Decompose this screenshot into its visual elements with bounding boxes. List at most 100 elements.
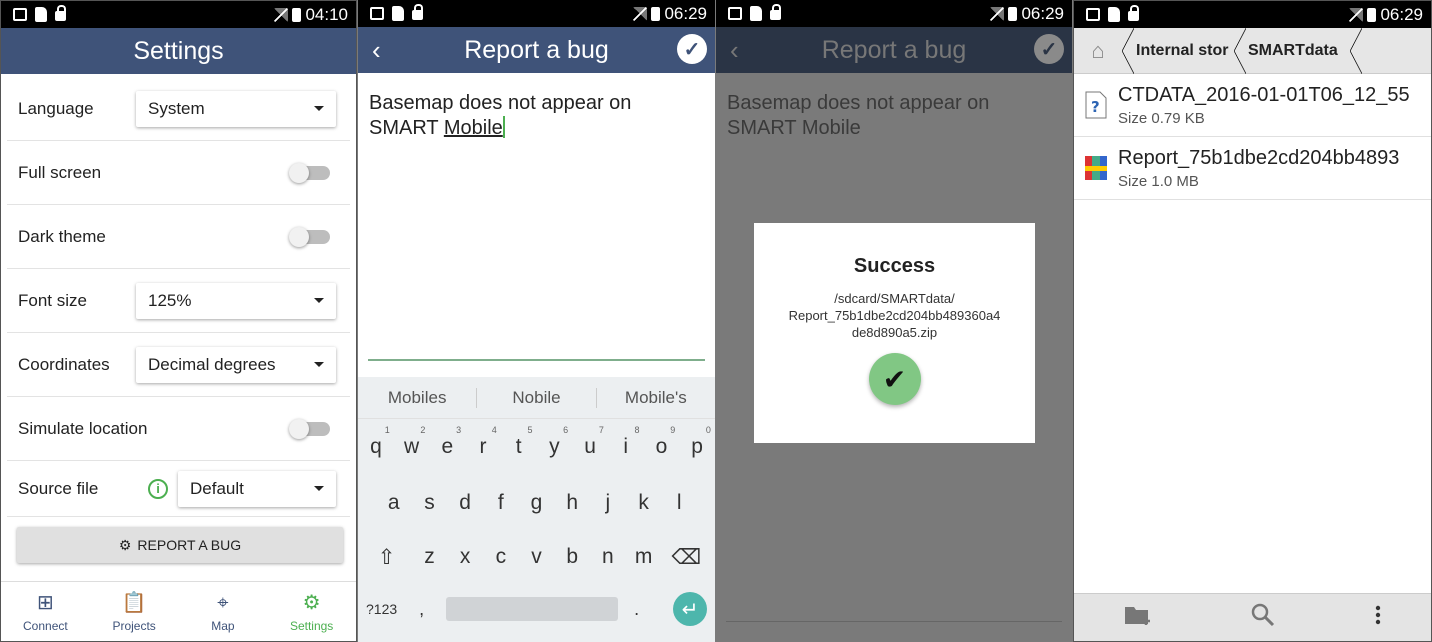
crumb-internal-storage[interactable]: Internal stor — [1122, 27, 1234, 74]
crumb-smartdata[interactable]: SMARTdata — [1234, 27, 1350, 74]
lock-icon — [55, 5, 66, 21]
key-hint: 7 — [598, 425, 604, 435]
key-l[interactable]: l — [661, 491, 697, 515]
bug-description-input[interactable]: Basemap does not appear on SMART Mobile — [358, 73, 715, 359]
page-title: Report a bug — [464, 35, 609, 64]
key-a[interactable]: a — [376, 491, 412, 515]
key-row-4: ?123 , . ↵ — [358, 585, 715, 633]
text-cursor — [502, 116, 505, 138]
full-screen-toggle[interactable] — [289, 162, 330, 183]
new-folder-icon[interactable] — [1124, 604, 1152, 632]
app-bar: Settings — [1, 28, 356, 74]
key-q[interactable]: q1 — [358, 425, 394, 459]
nav-map[interactable]: ⌖ Map — [179, 582, 268, 641]
key-n[interactable]: n — [590, 545, 626, 569]
key-f[interactable]: f — [483, 491, 519, 515]
report-bug-button[interactable]: ⚙ REPORT A BUG — [17, 527, 343, 563]
bottom-toolbar — [1074, 593, 1431, 641]
key-z[interactable]: z — [412, 545, 448, 569]
input-underline — [368, 359, 705, 361]
search-icon[interactable] — [1251, 603, 1275, 633]
file-name: Report_75b1dbe2cd204bb4893 — [1118, 146, 1400, 169]
sd-card-icon — [750, 6, 762, 21]
language-dropdown[interactable]: System — [136, 90, 336, 127]
file-item[interactable]: Report_75b1dbe2cd204bb4893 Size 1.0 MB — [1074, 137, 1431, 200]
comma-key[interactable]: , — [419, 599, 424, 620]
status-bar: 06:29 — [716, 0, 1072, 27]
setting-row-full-screen: Full screen — [7, 141, 350, 205]
key-h[interactable]: h — [554, 491, 590, 515]
success-dialog: Success /sdcard/SMARTdata/ Report_75b1db… — [754, 223, 1035, 443]
key-m[interactable]: m — [626, 545, 662, 569]
source-file-dropdown[interactable]: Default — [178, 470, 336, 507]
backspace-key[interactable]: ⌫ — [661, 545, 711, 570]
dark-theme-toggle[interactable] — [289, 226, 330, 247]
key-i[interactable]: i8 — [608, 425, 644, 459]
suggestion[interactable]: Mobiles — [358, 387, 478, 408]
dropdown-value: Default — [190, 478, 244, 498]
key-g[interactable]: g — [519, 491, 555, 515]
key-r[interactable]: r4 — [465, 425, 501, 459]
key-d[interactable]: d — [447, 491, 483, 515]
key-v[interactable]: v — [519, 545, 555, 569]
key-s[interactable]: s — [412, 491, 448, 515]
suggestion[interactable]: Mobile's — [597, 388, 715, 408]
path-line: /sdcard/SMARTdata/ — [834, 291, 955, 306]
image-icon — [370, 7, 384, 20]
key-row-3-letters: zxcvbnm — [412, 545, 662, 569]
font-size-dropdown[interactable]: 125% — [136, 282, 336, 319]
key-y[interactable]: y6 — [537, 425, 573, 459]
status-time: 06:29 — [1021, 3, 1064, 23]
key-k[interactable]: k — [626, 491, 662, 515]
setting-row-language: Language System — [7, 77, 350, 141]
more-options-icon[interactable] — [1375, 605, 1381, 631]
key-b[interactable]: b — [554, 545, 590, 569]
key-x[interactable]: x — [447, 545, 483, 569]
submit-check-icon[interactable]: ✓ — [677, 34, 707, 64]
ok-check-button[interactable]: ✔ — [868, 353, 921, 405]
path-line: Report_75b1dbe2cd204bb489360a4 — [788, 308, 1001, 323]
nav-settings[interactable]: ⚙ Settings — [267, 582, 356, 641]
submit-check-icon: ✓ — [1034, 34, 1064, 64]
home-icon[interactable]: ⌂ — [1074, 28, 1122, 74]
status-time: 06:29 — [664, 3, 707, 23]
status-time: 06:29 — [1380, 4, 1423, 24]
setting-label: Coordinates — [18, 354, 110, 374]
simulate-location-toggle[interactable] — [289, 418, 330, 439]
key-t[interactable]: t5 — [501, 425, 537, 459]
period-key[interactable]: . — [634, 599, 639, 620]
no-signal-icon — [274, 7, 289, 22]
caret-down-icon — [314, 298, 324, 303]
nav-connect[interactable]: ⊞ Connect — [1, 582, 90, 641]
space-key[interactable] — [446, 597, 619, 621]
nav-label: Settings — [289, 618, 334, 633]
status-bar: 06:29 — [1074, 1, 1431, 28]
back-icon[interactable]: ‹ — [372, 35, 381, 66]
key-j[interactable]: j — [590, 491, 626, 515]
bottom-nav: ⊞ Connect 📋 Projects ⌖ Map ⚙ Settings — [1, 581, 356, 641]
bug-icon: ⚙ — [118, 536, 132, 553]
key-c[interactable]: c — [483, 545, 519, 569]
caret-down-icon — [314, 486, 324, 491]
suggestion[interactable]: Nobile — [477, 387, 597, 408]
key-w[interactable]: w2 — [394, 425, 430, 459]
clipboard-icon: 📋 — [121, 591, 147, 614]
nav-projects[interactable]: 📋 Projects — [90, 582, 179, 641]
shift-key[interactable]: ⇧ — [362, 545, 412, 570]
app-bar: ‹ Report a bug ✓ — [716, 27, 1072, 73]
key-o[interactable]: o9 — [644, 425, 680, 459]
battery-icon — [292, 7, 302, 22]
enter-key[interactable]: ↵ — [673, 592, 707, 626]
symbols-key[interactable]: ?123 — [366, 601, 397, 617]
nav-label: Map — [211, 618, 235, 633]
info-icon[interactable]: i — [148, 478, 168, 499]
sd-card-icon — [1108, 7, 1120, 22]
key-u[interactable]: u7 — [572, 425, 608, 459]
page-title: Report a bug — [821, 35, 967, 64]
app-bar: ‹ Report a bug ✓ — [358, 27, 715, 73]
key-e[interactable]: e3 — [429, 425, 465, 459]
coordinates-dropdown[interactable]: Decimal degrees — [136, 346, 336, 383]
key-p[interactable]: p0 — [679, 425, 715, 459]
dialog-title: Success — [853, 255, 936, 277]
file-item[interactable]: ? CTDATA_2016-01-01T06_12_55 Size 0.79 K… — [1074, 74, 1431, 137]
